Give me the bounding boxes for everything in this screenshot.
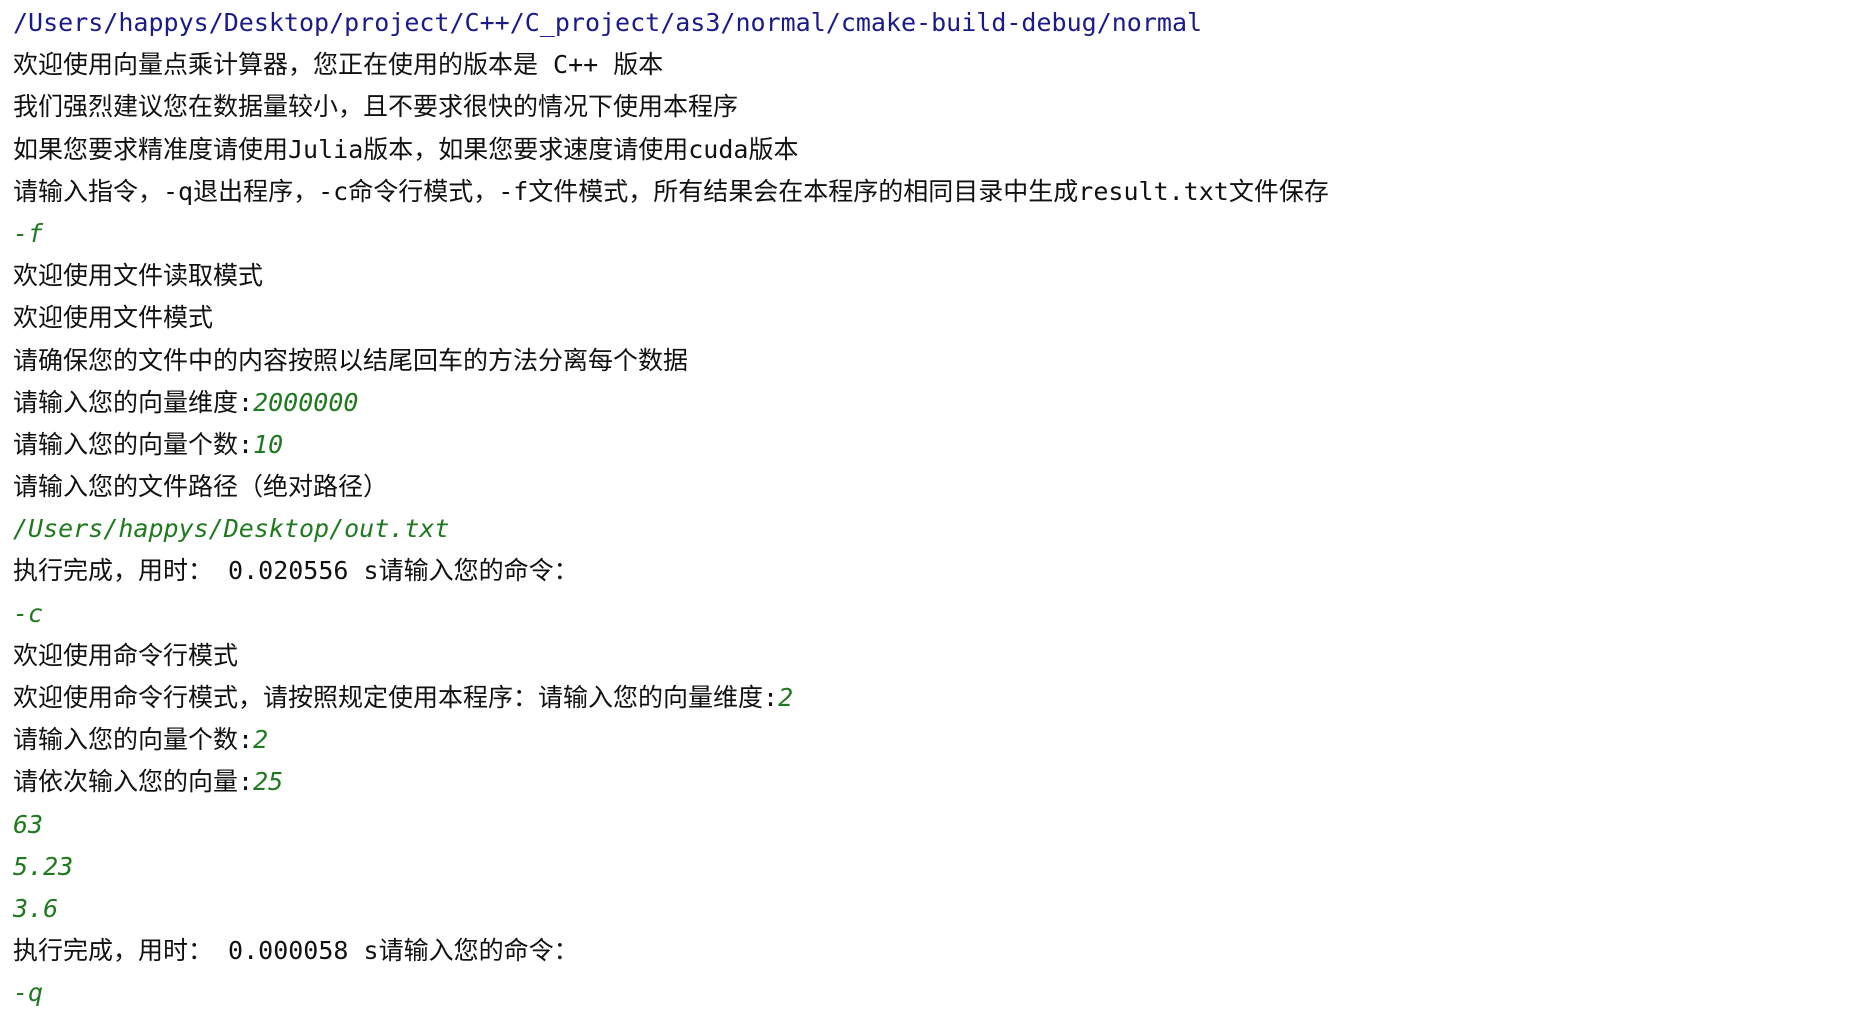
- output-line-file-read-mode: 欢迎使用文件读取模式: [13, 261, 264, 291]
- output-line-execution-time: 执行完成，用时： 0.020556 s请输入您的命令：: [13, 556, 579, 586]
- prompt-text: 请输入您的向量个数:: [13, 429, 254, 459]
- user-input-line: -q: [13, 978, 44, 1008]
- output-line-command-instructions: 请输入指令，-q退出程序，-c命令行模式，-f文件模式，所有结果会在本程序的相同…: [13, 176, 1329, 206]
- output-line-execution-time: 执行完成，用时： 0.000058 s请输入您的命令：: [13, 936, 579, 966]
- output-line-file-mode: 欢迎使用文件模式: [13, 303, 214, 333]
- user-input-line: /Users/happys/Desktop/out.txt: [13, 514, 450, 544]
- prompt-text: 请输入您的向量个数:: [13, 725, 254, 755]
- prompt-line-vectors: 请依次输入您的向量:25: [13, 761, 1856, 803]
- output-line-command-mode: 欢迎使用命令行模式: [13, 640, 239, 670]
- user-input-value: 25: [253, 767, 284, 797]
- prompt-line-dimension: 请输入您的向量维度:2000000: [13, 382, 1856, 424]
- user-input-value: 10: [253, 429, 284, 459]
- user-input-line: 63: [13, 809, 44, 839]
- output-line-file-path-prompt: 请输入您的文件路径（绝对路径）: [13, 472, 389, 502]
- user-input-line: -c: [13, 598, 44, 628]
- output-line-file-format: 请确保您的文件中的内容按照以结尾回车的方法分离每个数据: [13, 345, 689, 375]
- output-line-recommendation: 我们强烈建议您在数据量较小，且不要求很快的情况下使用本程序: [13, 92, 739, 122]
- user-input-line: 5.23: [13, 851, 74, 881]
- user-input-line: 3.6: [13, 893, 59, 923]
- executable-path-line: /Users/happys/Desktop/project/C++/C_proj…: [13, 8, 1203, 37]
- user-input-value: 2: [253, 725, 269, 755]
- prompt-text: 欢迎使用命令行模式，请按照规定使用本程序：请输入您的向量维度:: [13, 683, 779, 712]
- prompt-line-count: 请输入您的向量个数:10: [13, 424, 1856, 466]
- user-input-line: -f: [13, 218, 44, 248]
- output-line-version-advice: 如果您要求精准度请使用Julia版本，如果您要求速度请使用cuda版本: [13, 134, 799, 164]
- prompt-text: 请依次输入您的向量:: [13, 767, 254, 797]
- user-input-value: 2: [778, 683, 794, 712]
- prompt-line-count: 请输入您的向量个数:2: [13, 719, 1856, 761]
- output-line-welcome: 欢迎使用向量点乘计算器，您正在使用的版本是 C++ 版本: [13, 50, 664, 80]
- prompt-text: 请输入您的向量维度:: [13, 387, 254, 417]
- run-console-output[interactable]: /Users/happys/Desktop/project/C++/C_proj…: [0, 0, 1856, 1034]
- user-input-value: 2000000: [253, 387, 359, 417]
- prompt-line-dimension: 欢迎使用命令行模式，请按照规定使用本程序：请输入您的向量维度:2: [13, 677, 1856, 719]
